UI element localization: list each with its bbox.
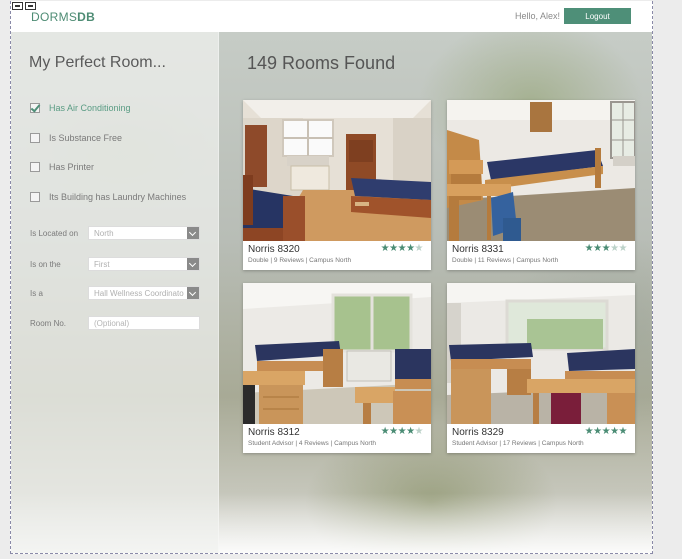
star-icon: ★ <box>380 243 390 254</box>
sidebar-title: My Perfect Room... <box>29 54 166 71</box>
room-name[interactable]: Norris 8312 <box>248 427 300 438</box>
checkbox-checked-icon[interactable] <box>30 103 40 113</box>
filter-sidebar: My Perfect Room... Has Air Conditioning … <box>11 32 219 553</box>
star-icon: ★ <box>584 426 594 437</box>
filter-laundry[interactable]: Its Building has Laundry Machines <box>30 190 186 204</box>
room-photo[interactable] <box>447 283 635 424</box>
logo[interactable]: DORMSDB <box>31 10 95 24</box>
filter-label: Has Air Conditioning <box>49 103 131 113</box>
select-value: North <box>94 229 114 238</box>
room-meta: Double | 9 Reviews | Campus North <box>248 257 352 264</box>
star-icon: ★ <box>610 243 619 254</box>
star-icon: ★ <box>618 243 628 254</box>
room-card[interactable]: Norris 8331 Double | 11 Reviews | Campus… <box>447 100 635 270</box>
window-controls <box>12 2 36 10</box>
room-number-input[interactable] <box>88 316 200 330</box>
field-room-number: Room No. <box>30 316 200 330</box>
star-icon: ★ <box>414 243 424 254</box>
star-icon: ★ <box>406 426 415 437</box>
results-title: 149 Rooms Found <box>247 53 396 73</box>
filter-air-conditioning[interactable]: Has Air Conditioning <box>30 101 131 115</box>
room-photo[interactable] <box>447 100 635 241</box>
star-icon: ★ <box>389 426 398 437</box>
star-icon: ★ <box>397 243 407 254</box>
star-icon: ★ <box>406 243 415 254</box>
select-value: Hall Wellness Coordinator <box>94 289 184 298</box>
field-label: Is a <box>30 288 43 298</box>
rating-stars: ★★★★★ <box>584 426 628 437</box>
star-icon: ★ <box>601 243 611 254</box>
star-icon: ★ <box>414 426 424 437</box>
field-floor: Is on the First <box>30 257 200 271</box>
room-type-select[interactable]: Hall Wellness Coordinator <box>88 286 200 300</box>
filter-label: Its Building has Laundry Machines <box>49 192 187 202</box>
room-photo[interactable] <box>243 283 431 424</box>
rating-stars: ★★★★★ <box>584 243 628 254</box>
room-card[interactable]: Norris 8320 Double | 9 Reviews | Campus … <box>243 100 431 270</box>
chevron-down-icon[interactable] <box>187 287 199 299</box>
floor-select[interactable]: First <box>88 257 200 271</box>
star-icon: ★ <box>389 243 398 254</box>
user-greeting: Hello, Alex! <box>514 11 560 21</box>
star-icon: ★ <box>397 426 407 437</box>
rating-stars: ★★★★★ <box>380 243 424 254</box>
star-icon: ★ <box>584 243 594 254</box>
room-name[interactable]: Norris 8331 <box>452 244 504 255</box>
star-icon: ★ <box>593 426 602 437</box>
location-select[interactable]: North <box>88 226 200 240</box>
checkbox-icon[interactable] <box>30 162 40 172</box>
room-meta: Double | 11 Reviews | Campus North <box>452 257 559 264</box>
filter-substance-free[interactable]: Is Substance Free <box>30 131 122 145</box>
room-card[interactable]: Norris 8329 Student Advisor | 17 Reviews… <box>447 283 635 453</box>
star-icon: ★ <box>618 426 628 437</box>
window-close-icon[interactable] <box>25 2 36 10</box>
field-label: Is Located on <box>30 228 79 238</box>
star-icon: ★ <box>601 426 611 437</box>
room-name[interactable]: Norris 8320 <box>248 244 300 255</box>
checkbox-icon[interactable] <box>30 133 40 143</box>
logo-bold-text: DB <box>77 10 96 24</box>
room-meta: Student Advisor | 4 Reviews | Campus Nor… <box>248 440 377 447</box>
select-value: First <box>94 260 110 269</box>
star-icon: ★ <box>593 243 602 254</box>
room-name[interactable]: Norris 8329 <box>452 427 504 438</box>
field-label: Is on the <box>30 259 61 269</box>
logo-light-text: DORMS <box>31 10 78 24</box>
filter-printer[interactable]: Has Printer <box>30 160 94 174</box>
filter-label: Is Substance Free <box>49 133 123 143</box>
field-label: Room No. <box>30 318 67 328</box>
header: DORMSDB Hello, Alex! Logout <box>11 1 652 32</box>
room-photo[interactable] <box>243 100 431 241</box>
room-meta: Student Advisor | 17 Reviews | Campus No… <box>452 440 584 447</box>
window-restore-icon[interactable] <box>12 2 23 10</box>
rating-stars: ★★★★★ <box>380 426 424 437</box>
room-card[interactable]: Norris 8312 Student Advisor | 4 Reviews … <box>243 283 431 453</box>
chevron-down-icon[interactable] <box>187 227 199 239</box>
star-icon: ★ <box>610 426 619 437</box>
field-location: Is Located on North <box>30 226 200 240</box>
field-room-type: Is a Hall Wellness Coordinator <box>30 286 200 300</box>
chevron-down-icon[interactable] <box>187 258 199 270</box>
app-window: DORMSDB Hello, Alex! Logout My Perfect R… <box>10 1 653 554</box>
filter-label: Has Printer <box>49 162 95 172</box>
logout-button[interactable]: Logout <box>564 8 631 24</box>
star-icon: ★ <box>380 426 390 437</box>
checkbox-icon[interactable] <box>30 192 40 202</box>
